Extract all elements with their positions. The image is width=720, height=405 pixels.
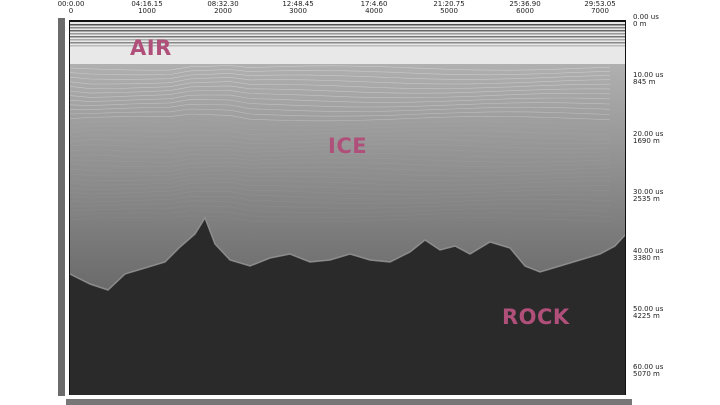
top-tick: 12:48.45 3000: [282, 1, 313, 15]
right-tick: 30.00 us 2535 m: [633, 189, 663, 203]
right-tick-depth: 4225 m: [633, 312, 660, 320]
right-tick: 0.00 us 0 m: [633, 14, 659, 28]
top-tick: 29:53.05 7000: [584, 1, 615, 15]
right-tick-depth: 2535 m: [633, 195, 660, 203]
top-tick-trace: 1000: [138, 7, 156, 15]
vertical-scrollbar[interactable]: [58, 18, 65, 396]
right-tick: 10.00 us 845 m: [633, 72, 663, 86]
top-tick-trace: 3000: [289, 7, 307, 15]
label-ice: ICE: [328, 134, 368, 158]
surface-reflection-line: [70, 30, 626, 32]
top-tick-trace: 0: [68, 7, 74, 15]
right-tick: 50.00 us 4225 m: [633, 306, 663, 320]
label-rock: ROCK: [502, 305, 570, 329]
label-air: AIR: [130, 36, 172, 60]
radargram-svg: [70, 22, 626, 395]
top-tick-trace: 6000: [516, 7, 534, 15]
right-tick: 40.00 us 3380 m: [633, 248, 663, 262]
surface-reflection-line: [70, 33, 626, 35]
right-tick-depth: 0 m: [633, 20, 647, 28]
surface-reflection-line: [70, 27, 626, 29]
radargram-viewer: 00:0.00 0 04:16.15 1000 08:32.30 2000 12…: [0, 0, 720, 405]
top-tick-trace: 7000: [591, 7, 609, 15]
right-tick: 60.00 us 5070 m: [633, 364, 663, 378]
top-tick-trace: 2000: [214, 7, 232, 15]
right-tick-depth: 5070 m: [633, 370, 660, 378]
top-tick: 08:32.30 2000: [207, 1, 238, 15]
top-tick-trace: 4000: [365, 7, 383, 15]
right-tick: 20.00 us 1690 m: [633, 131, 663, 145]
top-tick: 00:0.00 0: [58, 1, 85, 15]
top-tick: 21:20.75 5000: [433, 1, 464, 15]
radargram-image: [70, 22, 626, 395]
top-tick: 25:36.90 6000: [509, 1, 540, 15]
horizontal-scrollbar[interactable]: [66, 399, 632, 405]
surface-reflection-line: [70, 24, 626, 26]
right-tick-depth: 3380 m: [633, 254, 660, 262]
top-tick: 17:4.60 4000: [361, 1, 388, 15]
right-tick-depth: 1690 m: [633, 137, 660, 145]
top-tick: 04:16.15 1000: [131, 1, 162, 15]
top-tick-trace: 5000: [440, 7, 458, 15]
right-tick-depth: 845 m: [633, 78, 656, 86]
